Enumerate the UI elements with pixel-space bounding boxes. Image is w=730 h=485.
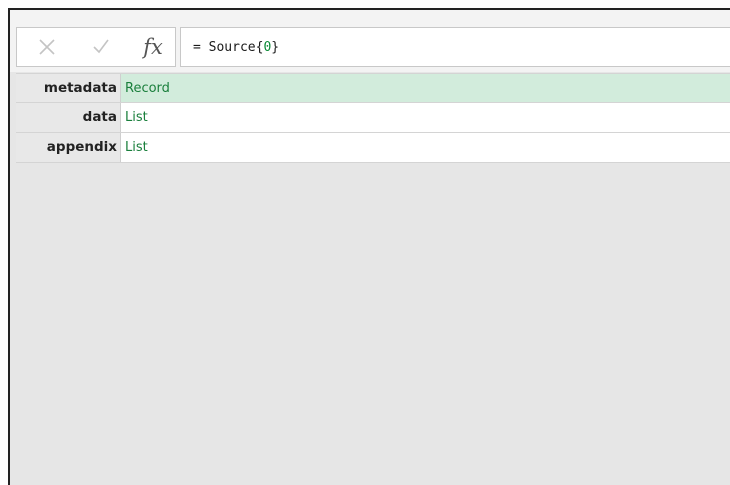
field-value-link[interactable]: List <box>121 133 730 162</box>
formula-bar: fx = Source{0} <box>10 10 730 72</box>
check-icon[interactable] <box>87 28 115 66</box>
record-row-metadata[interactable]: metadata Record <box>16 73 730 103</box>
record-row-data[interactable]: data List <box>16 103 730 133</box>
formula-bar-controls: fx <box>16 27 176 67</box>
formula-input[interactable]: = Source{0} <box>180 27 730 67</box>
field-name: data <box>16 103 121 132</box>
field-name: metadata <box>16 74 121 102</box>
field-name: appendix <box>16 133 121 162</box>
record-row-appendix[interactable]: appendix List <box>16 133 730 163</box>
query-editor-panel: fx = Source{0} metadata Record data List… <box>8 8 730 485</box>
formula-index: 0 <box>263 39 272 55</box>
formula-suffix: } <box>271 39 280 55</box>
field-value-link[interactable]: Record <box>121 74 730 102</box>
record-grid: metadata Record data List appendix List <box>16 73 730 163</box>
field-value-link[interactable]: List <box>121 103 730 132</box>
fx-icon[interactable]: fx <box>135 28 171 66</box>
close-icon[interactable] <box>33 28 61 66</box>
formula-prefix: = Source{ <box>193 39 264 55</box>
